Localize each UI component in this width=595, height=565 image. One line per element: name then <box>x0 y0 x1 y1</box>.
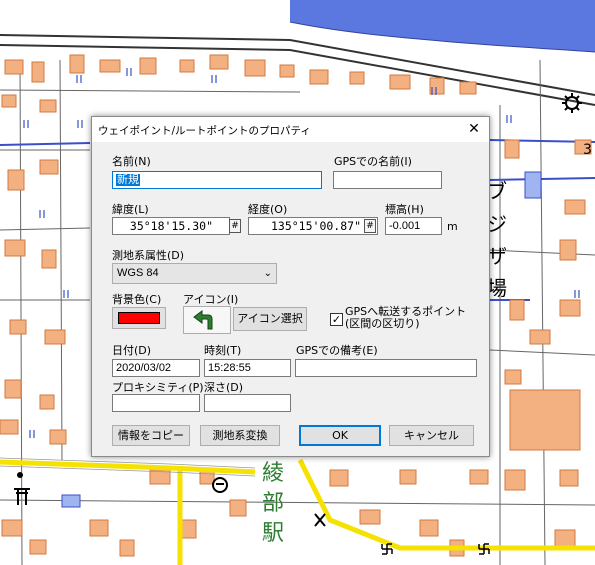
longitude-label: 経度(O) <box>248 203 288 216</box>
proximity-label: プロキシミティ(P) <box>112 381 204 394</box>
datum-label: 測地系属性(D) <box>112 249 185 262</box>
close-icon[interactable]: ✕ <box>459 117 489 142</box>
icon-label: アイコン(I) <box>183 293 239 306</box>
cancel-button[interactable]: キャンセル <box>389 425 474 446</box>
gps-name-field[interactable] <box>333 171 442 189</box>
map-label-char: ザ <box>487 244 507 268</box>
name-label: 名前(N) <box>112 155 151 168</box>
chevron-down-icon: ⌄ <box>263 268 272 279</box>
map-label-number: 3 <box>583 142 592 158</box>
title-bar[interactable]: ウェイポイント/ルートポイントのプロパティ ✕ <box>92 117 489 142</box>
gps-note-field[interactable] <box>295 359 477 377</box>
latitude-field[interactable]: 35°18'15.30" <box>112 217 230 235</box>
school-icon <box>17 472 23 478</box>
proximity-field[interactable] <box>112 394 200 412</box>
depth-field[interactable] <box>204 394 291 412</box>
waypoint-properties-dialog: ウェイポイント/ルートポイントのプロパティ ✕ 名前(N) 新規 GPSでの名前… <box>91 116 490 457</box>
map-label-char: ブ <box>487 179 507 203</box>
dialog-title: ウェイポイント/ルートポイントのプロパティ <box>98 125 311 137</box>
map-label-char: 場 <box>487 276 507 300</box>
background-color-button[interactable] <box>112 307 166 329</box>
gps-note-label: GPSでの備考(E) <box>296 344 378 357</box>
color-swatch <box>118 312 160 324</box>
datum-convert-button[interactable]: 測地系変換 <box>200 425 280 446</box>
ok-button[interactable]: OK <box>299 425 381 446</box>
station-name-char-1: 綾 <box>262 461 285 486</box>
date-field[interactable]: 2020/03/02 <box>112 359 200 377</box>
longitude-format-button[interactable]: # <box>364 219 376 233</box>
gps-name-label: GPSでの名前(I) <box>334 155 412 168</box>
station-name-char-3: 駅 <box>262 521 285 546</box>
icon-select-button[interactable]: アイコン選択 <box>233 307 307 331</box>
turn-left-arrow-icon <box>193 310 213 330</box>
name-field[interactable]: 新規 <box>112 171 322 189</box>
background-color-label: 背景色(C) <box>112 293 162 306</box>
altitude-unit: m <box>447 220 458 233</box>
longitude-field[interactable]: 135°15'00.87" <box>248 217 378 235</box>
date-label: 日付(D) <box>112 344 152 357</box>
map-label-char: ジ <box>487 212 507 236</box>
altitude-label: 標高(H) <box>385 203 424 216</box>
gps-transfer-checkbox[interactable]: ✓ <box>330 313 343 326</box>
time-field[interactable]: 15:28:55 <box>204 359 291 377</box>
datum-select[interactable]: WGS 84 ⌄ <box>112 263 277 284</box>
altitude-field[interactable]: -0.001 <box>385 217 442 235</box>
copy-info-button[interactable]: 情報をコピー <box>112 425 190 446</box>
latitude-format-button[interactable]: # <box>229 219 241 233</box>
time-label: 時刻(T) <box>204 344 242 357</box>
latitude-label: 緯度(L) <box>112 203 149 216</box>
name-value: 新規 <box>116 174 140 186</box>
icon-preview[interactable] <box>183 306 231 334</box>
gps-transfer-label-line2: (区間の区切り) <box>345 317 420 330</box>
depth-label: 深さ(D) <box>204 381 244 394</box>
datum-value: WGS 84 <box>117 267 159 279</box>
station-name-char-2: 部 <box>262 491 285 516</box>
